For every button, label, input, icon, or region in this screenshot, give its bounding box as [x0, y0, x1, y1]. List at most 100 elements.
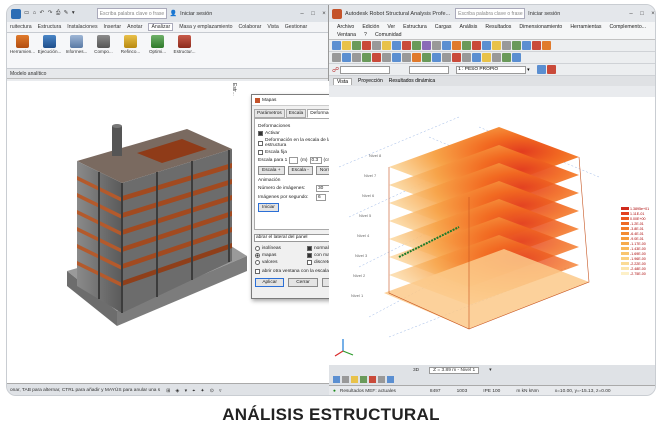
apply-button[interactable]: Aplicar: [255, 278, 285, 287]
robot-toolbar-1[interactable]: [329, 40, 655, 52]
tab-vista[interactable]: Vista: [267, 24, 278, 30]
tab-escala[interactable]: Escala: [285, 109, 307, 118]
load-case-select[interactable]: 1 : PESO PROPIO: [456, 65, 527, 74]
open-new-window-checkbox[interactable]: [255, 269, 260, 274]
robot-app-icon[interactable]: [332, 8, 342, 19]
caption: ANÁLISIS ESTRUCTURAL: [222, 405, 440, 424]
fixed-scale-checkbox[interactable]: [258, 150, 263, 155]
robot-dialog-icon: [255, 97, 260, 103]
robot-maximize-button[interactable]: □: [638, 11, 646, 17]
scale-minus-button[interactable]: Escala -: [287, 166, 313, 175]
app-menu-icon[interactable]: [11, 8, 21, 19]
maps-radio[interactable]: [255, 253, 260, 258]
menu-archivo[interactable]: Archivo: [337, 24, 354, 30]
menu-herramientas[interactable]: Herramientas: [570, 24, 601, 30]
svg-text:Nivel 7: Nivel 7: [364, 173, 377, 178]
ribbon-button-componentes[interactable]: Compo...: [91, 35, 116, 66]
activar-checkbox[interactable]: [258, 131, 263, 136]
robot-close-button[interactable]: ×: [649, 11, 655, 17]
robot-view-tabs: Vista Proyección Resultados dinámica: [329, 76, 655, 86]
signin-link[interactable]: Iniciar sesión: [180, 11, 212, 17]
tab-analizar[interactable]: Analizar: [148, 23, 174, 31]
tab-resultados-dinamica[interactable]: Resultados dinámica: [389, 78, 435, 84]
menu-cargas[interactable]: Cargas: [435, 24, 452, 30]
menu-comunidad[interactable]: Comunidad: [375, 32, 402, 38]
discrete-checkbox[interactable]: [307, 260, 312, 265]
scale-value-field[interactable]: 0.3: [309, 157, 322, 164]
search-input[interactable]: Escriba palabra clave o frase: [96, 8, 167, 19]
robot-search-input[interactable]: Escriba palabra clave o frase: [455, 8, 526, 19]
svg-text:Nivel 8: Nivel 8: [369, 153, 382, 158]
tab-gestionar[interactable]: Gestionar: [285, 24, 308, 30]
close-button[interactable]: ×: [320, 11, 328, 17]
menu-help[interactable]: ?: [364, 32, 367, 38]
tab-vista[interactable]: Vista: [333, 77, 353, 85]
z-level-select[interactable]: Z = 3.89 m - Nivel 1: [429, 366, 480, 374]
ribbon-button-refinco[interactable]: Refinco...: [118, 35, 143, 66]
refine-icon: [124, 35, 137, 48]
robot-window-title: Autodesk Robot Structural Analysis Profe…: [345, 10, 451, 17]
robot-menubar-row2: Ventana ? Comunidad: [329, 31, 655, 40]
menu-estructura[interactable]: Estructura: [403, 24, 427, 30]
node-selection-field[interactable]: [409, 65, 450, 74]
chevron-down-icon[interactable]: ▾: [489, 368, 491, 373]
cursor-coordinates: x=10.00, y=-15.13, z=0.00: [554, 389, 611, 394]
fps-field[interactable]: 6: [316, 194, 326, 201]
status-icons[interactable]: ⊞ ◈ ▾ ⌖ ✦ ⊙ ▿: [166, 388, 223, 394]
isolines-radio[interactable]: [255, 246, 260, 251]
view-controls[interactable]: Estr...: [231, 83, 237, 96]
robot-minimize-button[interactable]: –: [627, 11, 635, 17]
menu-resultados[interactable]: Resultados: [485, 24, 511, 30]
ribbon-button-estructura[interactable]: Estructur...: [172, 35, 197, 66]
ribbon-button-herramientas[interactable]: Herramien...: [10, 35, 35, 66]
chevron-down-icon[interactable]: ▾: [527, 67, 530, 73]
view-mode-label[interactable]: 3D: [413, 368, 419, 373]
tab-insertar[interactable]: Insertar: [104, 24, 122, 30]
run-icon: [43, 35, 56, 48]
menu-ver[interactable]: Ver: [387, 24, 395, 30]
robot-toolbar-3: ☍ 1 : PESO PROPIO ▾: [329, 64, 655, 76]
menu-complementos[interactable]: Complemento...: [609, 24, 646, 30]
robot-statusbar: ● Resultados MEF: actuales 8497 1003 IPE…: [329, 385, 655, 395]
start-animation-button[interactable]: Iniciar: [258, 203, 279, 212]
node-count: 8497: [429, 389, 441, 394]
values-radio[interactable]: [255, 260, 260, 265]
tab-masa[interactable]: Masa y emplazamiento: [179, 24, 232, 30]
tab-arquitectura[interactable]: ruitectura: [10, 24, 32, 30]
user-icon[interactable]: 👤: [170, 10, 177, 17]
quick-access-toolbar[interactable]: ▭ ⌂ ↶ ↷ ⎙ ✎ ▾: [24, 10, 76, 17]
menu-dimensionamiento[interactable]: Dimensionamiento: [519, 24, 562, 30]
menu-edicion[interactable]: Edición: [362, 24, 379, 30]
minimize-button[interactable]: –: [298, 11, 306, 17]
scale-m-field[interactable]: [289, 157, 299, 164]
results-legend: 1.3895e+01 1.11E-01 0.00E+00 -1.2E-01 -3…: [621, 207, 655, 277]
revit-ribbon-tabs: ruitectura Estructura Instalaciones Inse…: [7, 22, 328, 33]
selection-field[interactable]: [340, 65, 391, 74]
tab-parametros[interactable]: Parámetros: [254, 109, 285, 118]
ribbon-panel-labels: Modelo analítico: [7, 69, 328, 79]
close-dialog-button[interactable]: Cerrar: [288, 278, 318, 287]
tab-anotar[interactable]: Anotar: [127, 24, 142, 30]
ribbon-button-ejecucion[interactable]: Ejecución...: [37, 35, 62, 66]
ribbon-button-informes[interactable]: Informes...: [64, 35, 89, 66]
structure-type-icon[interactable]: ☍: [332, 66, 339, 74]
maximize-button[interactable]: □: [309, 11, 317, 17]
robot-bottom-toolbar[interactable]: [329, 375, 655, 384]
menu-ventana[interactable]: Ventana: [337, 32, 356, 38]
robot-results-view[interactable]: Nivel 8 Nivel 7 Nivel 6 Nivel 5 Nivel 4 Nive…: [329, 97, 655, 365]
robot-signin-link[interactable]: Iniciar sesión: [528, 11, 560, 17]
robot-toolbar-2[interactable]: [329, 52, 655, 64]
svg-text:Nivel 3: Nivel 3: [355, 253, 368, 258]
menu-analisis[interactable]: Análisis: [460, 24, 478, 30]
dialog-title: Mapas: [262, 97, 277, 103]
tab-estructura[interactable]: Estructura: [38, 24, 62, 30]
scale-plus-button[interactable]: Escala +: [258, 166, 285, 175]
tab-colaborar[interactable]: Colaborar: [239, 24, 262, 30]
normalize-checkbox[interactable]: [307, 246, 312, 251]
deform-scale-checkbox[interactable]: [258, 140, 263, 146]
tab-proyeccion[interactable]: Proyección: [358, 78, 383, 84]
ef-mesh-checkbox[interactable]: [307, 253, 312, 258]
ribbon-button-optimizacion[interactable]: Optimi...: [145, 35, 170, 66]
chimney: [112, 126, 122, 156]
tab-instalaciones[interactable]: Instalaciones: [67, 24, 97, 30]
